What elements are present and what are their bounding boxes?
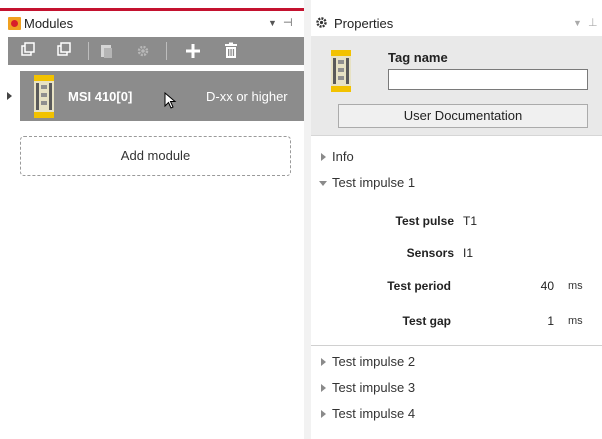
add-icon[interactable]	[182, 41, 204, 61]
test-pulse-label: Test pulse	[395, 214, 454, 228]
collapsed-arrow-icon	[321, 384, 326, 392]
module-list-item[interactable]: MSI 410[0] D-xx or higher	[20, 71, 304, 121]
section-test-impulse-1-label: Test impulse 1	[332, 175, 416, 190]
module-expand-arrow-icon[interactable]	[7, 92, 12, 100]
modules-panel-header: Modules ▼ ⊣	[0, 11, 304, 35]
expand-all-icon[interactable]	[52, 41, 74, 61]
test-pulse-value[interactable]: T1	[463, 214, 477, 228]
modules-panel-menu-icon[interactable]: ▼	[268, 18, 277, 28]
section-test-impulse-4[interactable]: Test impulse 4	[311, 404, 602, 426]
section-test-impulse-2-label: Test impulse 2	[332, 354, 416, 369]
test-gap-label: Test gap	[402, 314, 451, 328]
module-version: D-xx or higher	[206, 89, 288, 104]
section-info[interactable]: Info	[311, 147, 602, 169]
properties-identity-area: Tag name User Documentation	[311, 36, 602, 136]
toolbar-separator	[166, 42, 167, 60]
section-test-impulse-2[interactable]: Test impulse 2	[311, 352, 602, 374]
safety-module-icon	[331, 50, 351, 92]
section-test-impulse-4-label: Test impulse 4	[332, 406, 416, 421]
gear-icon[interactable]	[132, 41, 154, 61]
modules-toolbar	[8, 37, 304, 65]
safety-module-icon	[34, 75, 54, 118]
properties-gear-icon	[316, 17, 327, 28]
mouse-cursor-icon	[164, 92, 177, 109]
test-gap-unit: ms	[568, 315, 583, 327]
modules-panel-pin-icon[interactable]: ⊣	[283, 16, 293, 29]
delete-icon[interactable]	[220, 41, 242, 61]
modules-app-icon	[8, 17, 21, 30]
section-test-impulse-1[interactable]: Test impulse 1	[311, 173, 602, 195]
test-period-unit: ms	[568, 280, 583, 292]
test-gap-value[interactable]: 1	[547, 314, 554, 328]
prop-row-test-pulse: Test pulse T1	[311, 212, 602, 232]
collapsed-arrow-icon	[321, 153, 326, 161]
properties-panel: Properties ▼ ⊥ Tag name User Documentati…	[311, 0, 602, 439]
toolbar-separator	[88, 42, 89, 60]
section-test-impulse-3[interactable]: Test impulse 3	[311, 378, 602, 400]
modules-panel: Modules ▼ ⊣ MSI 410[0] D-xx or higher Ad…	[0, 0, 304, 439]
section-info-label: Info	[332, 149, 354, 164]
test-period-value[interactable]: 40	[541, 279, 554, 293]
module-name: MSI 410[0]	[68, 89, 133, 104]
properties-panel-header: Properties ▼ ⊥	[311, 11, 602, 35]
collapse-all-icon[interactable]	[16, 41, 38, 61]
section-test-impulse-3-label: Test impulse 3	[332, 380, 416, 395]
add-module-button[interactable]: Add module	[20, 136, 291, 176]
collapsed-arrow-icon	[321, 358, 326, 366]
properties-panel-menu-icon[interactable]: ▼	[573, 18, 582, 28]
expanded-arrow-icon	[319, 181, 327, 186]
prop-row-sensors: Sensors I1	[311, 244, 602, 264]
user-documentation-button[interactable]: User Documentation	[338, 104, 588, 128]
sensors-value[interactable]: I1	[463, 246, 473, 260]
tag-name-input[interactable]	[388, 69, 588, 90]
sensors-label: Sensors	[406, 246, 454, 260]
properties-panel-pin-icon[interactable]: ⊥	[588, 16, 598, 29]
prop-row-test-gap: Test gap 1 ms	[311, 312, 602, 332]
panel-splitter[interactable]	[304, 0, 311, 439]
properties-panel-title: Properties	[334, 16, 394, 31]
modules-panel-title: Modules	[24, 16, 74, 31]
collapsed-arrow-icon	[321, 410, 326, 418]
module-settings-icon[interactable]	[96, 41, 118, 61]
test-period-label: Test period	[387, 279, 451, 293]
tag-name-label: Tag name	[388, 50, 448, 65]
section-divider	[311, 345, 602, 346]
prop-row-test-period: Test period 40 ms	[311, 277, 602, 297]
